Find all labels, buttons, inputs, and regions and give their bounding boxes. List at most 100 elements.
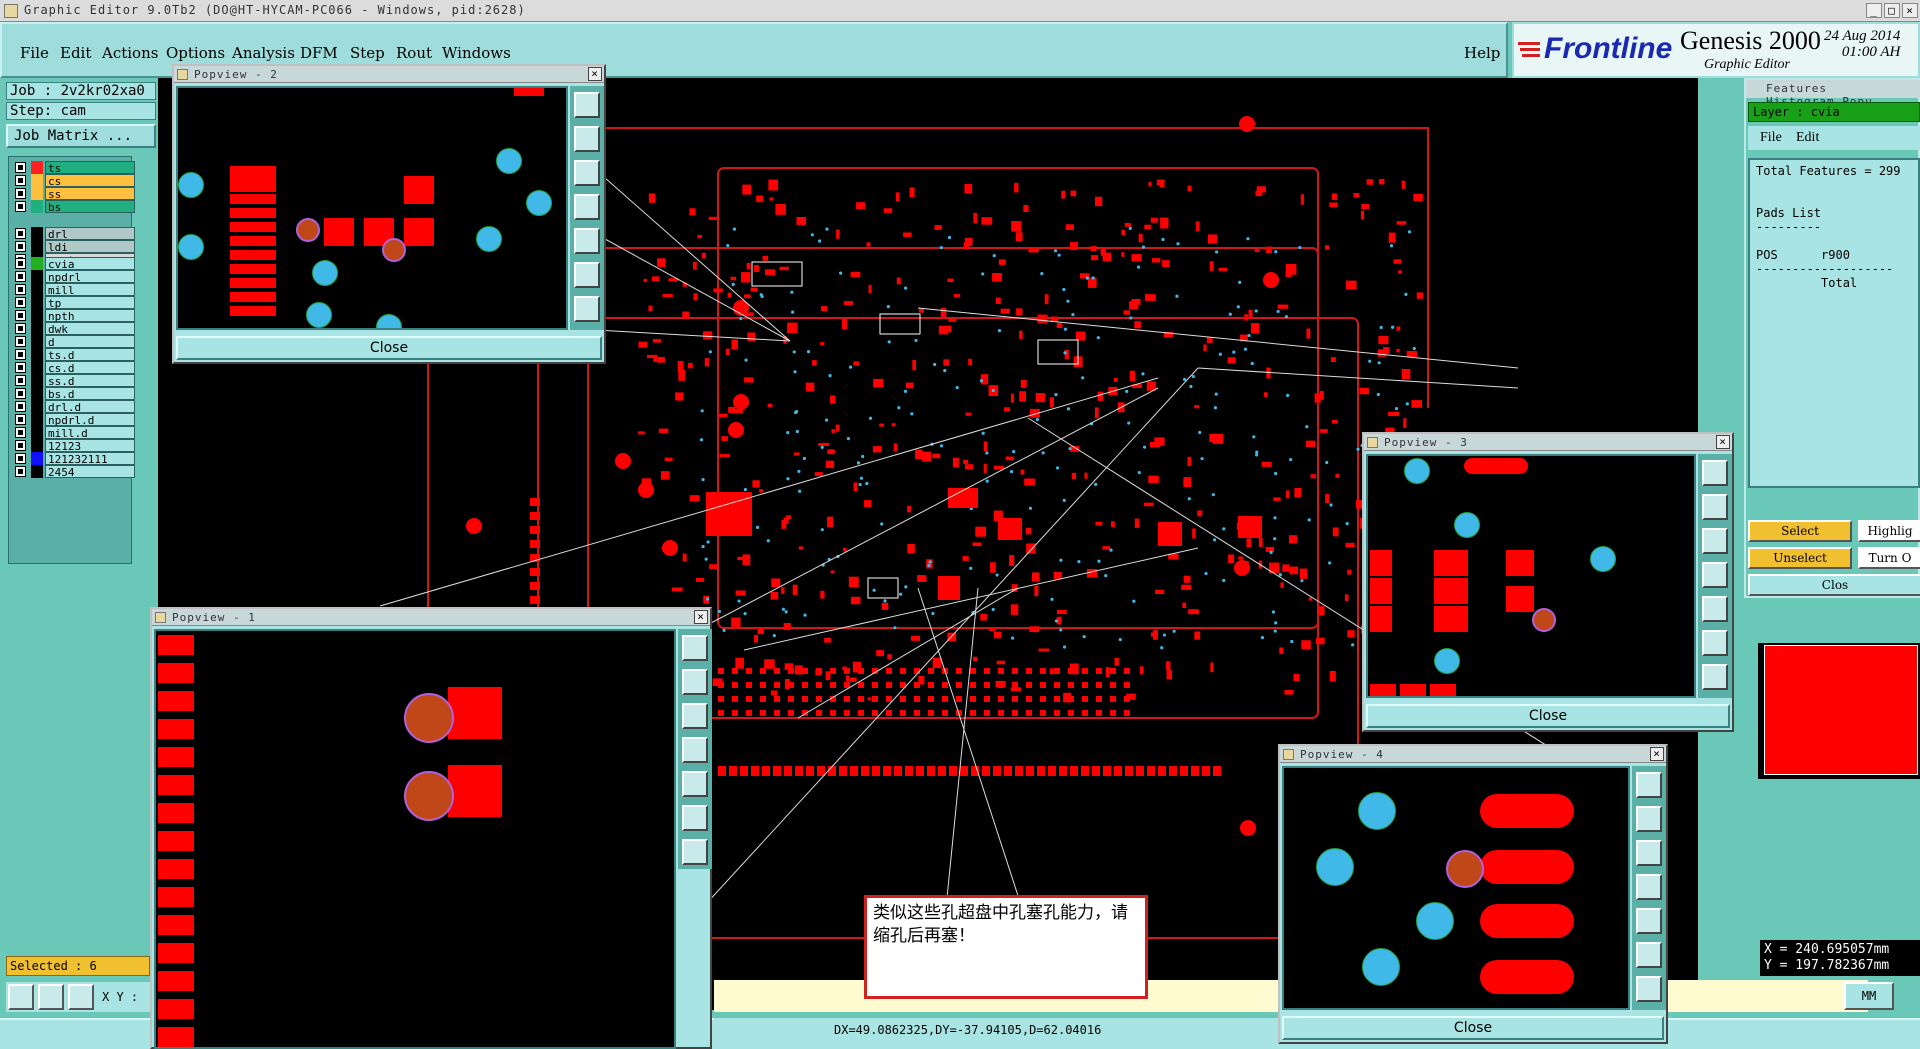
zoom-in-icon[interactable] [1702,494,1728,520]
popview-3-close-button[interactable]: Close [1366,704,1730,728]
layer-row-dwk[interactable]: dwk [11,322,135,336]
center-icon[interactable] [1636,976,1662,1002]
expand-icon[interactable] [1702,630,1728,656]
menu-step[interactable]: Step [350,44,385,62]
layer-row-drl.d[interactable]: drl.d [11,400,135,414]
pan-left-icon[interactable] [682,737,708,763]
expand-icon[interactable] [1636,942,1662,968]
layer-checkbox[interactable] [15,175,26,186]
layer-row-ss.d[interactable]: ss.d [11,374,135,388]
center-icon[interactable] [574,296,600,322]
layer-checkbox[interactable] [15,271,26,282]
highlight-button[interactable]: Highlig [1858,520,1920,542]
zoom-out-icon[interactable] [574,160,600,186]
layer-row-12123[interactable]: 12123 [11,439,135,453]
layer-checkbox[interactable] [15,336,26,347]
close-icon[interactable]: × [1716,435,1730,449]
zoom-in-icon[interactable] [1636,806,1662,832]
job-matrix-button[interactable]: Job Matrix ... [6,124,156,148]
close-icon[interactable]: × [588,67,602,81]
select-tool-icon[interactable] [8,984,34,1010]
pan-right-icon[interactable] [682,771,708,797]
expand-icon[interactable] [574,262,600,288]
zoom-fit-icon[interactable] [1702,460,1728,486]
layer-row-bs[interactable]: bs [11,200,135,214]
unselect-button[interactable]: Unselect [1748,547,1852,569]
layer-checkbox[interactable] [15,466,26,477]
layer-row-cs.d[interactable]: cs.d [11,361,135,375]
layer-row-tp[interactable]: tp [11,296,135,310]
layer-checkbox[interactable] [15,284,26,295]
grid-tool-icon[interactable] [68,984,94,1010]
minimize-icon[interactable]: _ [1866,3,1882,18]
layer-checkbox[interactable] [15,414,26,425]
select-button[interactable]: Select [1748,520,1852,542]
zoom-out-icon[interactable] [682,703,708,729]
menu-analysis[interactable]: Analysis [232,44,295,62]
layer-checkbox[interactable] [15,401,26,412]
layer-row-bs.d[interactable]: bs.d [11,387,135,401]
zoom-fit-icon[interactable] [574,92,600,118]
menu-rout[interactable]: Rout [396,44,432,62]
layer-row-npdrl[interactable]: npdrl [11,270,135,284]
popview-2-close-button[interactable]: Close [176,336,602,360]
layer-checkbox[interactable] [15,349,26,360]
pan-left-icon[interactable] [1702,562,1728,588]
histogram-menu-file[interactable]: File [1760,130,1782,146]
menu-options[interactable]: Options [166,44,225,62]
layer-row-ts.d[interactable]: ts.d [11,348,135,362]
close-icon[interactable]: × [1650,747,1664,761]
pan-right-icon[interactable] [574,228,600,254]
layer-checkbox[interactable] [15,162,26,173]
layer-row-d[interactable]: d [11,335,135,349]
layer-checkbox[interactable] [15,258,26,269]
layer-checkbox[interactable] [15,228,26,239]
layer-row-ts[interactable]: ts [11,161,135,175]
layer-checkbox[interactable] [15,375,26,386]
histogram-close-button[interactable]: Clos [1748,574,1920,596]
pan-right-icon[interactable] [1636,908,1662,934]
layer-row-mill.d[interactable]: mill.d [11,426,135,440]
layer-row-drl[interactable]: drl [11,227,135,241]
layer-checkbox[interactable] [15,310,26,321]
layer-row-npth[interactable]: npth [11,309,135,323]
layer-checkbox[interactable] [15,188,26,199]
menu-file[interactable]: File [20,44,49,62]
layer-checkbox[interactable] [15,440,26,451]
layer-checkbox[interactable] [15,297,26,308]
zoom-in-icon[interactable] [682,669,708,695]
maximize-icon[interactable]: □ [1884,3,1900,18]
pan-left-icon[interactable] [574,194,600,220]
layer-row-ss[interactable]: ss [11,187,135,201]
expand-icon[interactable] [682,805,708,831]
zoom-fit-icon[interactable] [1636,772,1662,798]
layer-row-2454[interactable]: 2454 [11,465,135,479]
layer-checkbox[interactable] [15,323,26,334]
units-button[interactable]: MM [1844,982,1894,1010]
pan-right-icon[interactable] [1702,596,1728,622]
layer-row-mill[interactable]: mill [11,283,135,297]
zoom-in-icon[interactable] [574,126,600,152]
histogram-menu-edit[interactable]: Edit [1796,130,1819,146]
turn-off-button[interactable]: Turn O [1858,547,1920,569]
layer-row-npdrl.d[interactable]: npdrl.d [11,413,135,427]
close-icon[interactable]: × [1902,3,1918,18]
zoom-out-icon[interactable] [1636,840,1662,866]
layer-checkbox[interactable] [15,201,26,212]
layer-row-cs[interactable]: cs [11,174,135,188]
layer-checkbox[interactable] [15,362,26,373]
popview-4-close-button[interactable]: Close [1282,1016,1664,1040]
popview-1-canvas[interactable] [154,629,676,1049]
popview-4-canvas[interactable] [1282,766,1630,1010]
center-icon[interactable] [1702,664,1728,690]
menu-help[interactable]: Help [1464,44,1500,62]
measure-tool-icon[interactable] [38,984,64,1010]
layer-checkbox[interactable] [15,241,26,252]
pan-left-icon[interactable] [1636,874,1662,900]
layer-checkbox[interactable] [15,427,26,438]
layer-row-cvia[interactable]: cvia [11,257,135,271]
center-icon[interactable] [682,839,708,865]
popview-2-canvas[interactable] [176,86,568,330]
layer-row-121232111[interactable]: 121232111 [11,452,135,466]
menu-windows[interactable]: Windows [442,44,511,62]
